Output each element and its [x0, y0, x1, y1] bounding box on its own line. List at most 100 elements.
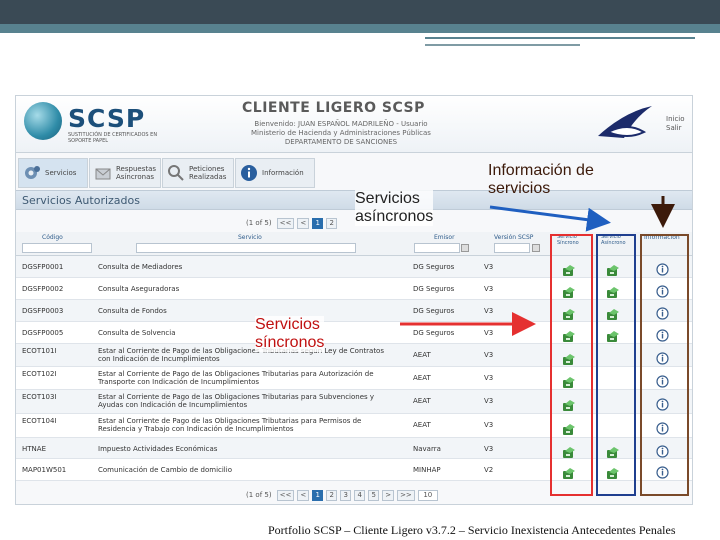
row-version: V3: [484, 374, 494, 382]
slide-accent-line: [425, 37, 695, 39]
row-version: V3: [484, 351, 494, 359]
row-emisor: AEAT: [413, 397, 431, 405]
sync-services-label: Servicios síncronos: [255, 316, 325, 352]
tab-respuestas-asincronas[interactable]: Respuestas Asíncronas: [89, 158, 161, 188]
row-code: ECOT102I: [22, 370, 57, 378]
pager-page-button[interactable]: 4: [354, 489, 366, 501]
async-highlight-box: [596, 234, 636, 496]
row-version: V3: [484, 285, 494, 293]
tab-label: Peticiones Realizadas: [189, 165, 227, 181]
row-service-name: Consulta Aseguradoras: [98, 285, 180, 293]
scsp-logo-icon: [24, 102, 62, 140]
row-emisor: AEAT: [413, 374, 431, 382]
slide-top-bar: [0, 0, 720, 24]
pager-bottom: (1 of 5) << < 1 2 3 4 5 > >> 10: [244, 489, 441, 501]
service-filter-input[interactable]: [136, 243, 356, 253]
slide-footer: Portfolio SCSP – Cliente Ligero v3.7.2 –…: [268, 523, 676, 537]
pager-top: (1 of 5) << < 1 2: [244, 217, 340, 229]
row-version: V3: [484, 421, 494, 429]
row-code: DGSFP0002: [22, 285, 64, 293]
pager-page-button[interactable]: 1: [312, 489, 324, 501]
row-code: DGSFP0003: [22, 307, 64, 315]
logo-subtitle: SUSTITUCIÓN DE CERTIFICADOS EN SOPORTE P…: [68, 132, 158, 144]
pager-count: (1 of 5): [246, 219, 272, 227]
col-header-emisor[interactable]: Emisor: [434, 234, 455, 241]
pager-page-button[interactable]: 5: [368, 489, 380, 501]
tab-informacion[interactable]: Información: [235, 158, 315, 188]
row-service-name: Estar al Corriente de Pago de las Obliga…: [98, 370, 374, 386]
magnifier-icon: [168, 165, 184, 181]
row-code: HTNAE: [22, 445, 46, 453]
row-version: V3: [484, 307, 494, 315]
row-version: V2: [484, 466, 494, 474]
app-header: SCSP SUSTITUCIÓN DE CERTIFICADOS EN SOPO…: [16, 96, 692, 153]
row-service-name: Comunicación de Cambio de domicilio: [98, 466, 232, 474]
row-service-name: Estar al Corriente de Pago de las Obliga…: [98, 417, 362, 433]
info-highlight-box: [640, 234, 689, 496]
row-service-name: Consulta de Fondos: [98, 307, 167, 315]
welcome-text: Bienvenido: JUAN ESPAÑOL MADRILEÑO - Usu…: [254, 120, 428, 128]
ministry-text: Ministerio de Hacienda y Administracione…: [251, 129, 431, 137]
pager-prev-button[interactable]: <: [297, 489, 310, 501]
code-filter-input[interactable]: [22, 243, 92, 253]
row-emisor: Navarra: [413, 445, 441, 453]
app-title: CLIENTE LIGERO SCSP: [242, 100, 425, 116]
rows-per-page-select[interactable]: 10: [417, 489, 438, 501]
logo-text: SCSP: [68, 104, 146, 133]
row-code: MAP01W501: [22, 466, 67, 474]
row-emisor: DG Seguros: [413, 307, 455, 315]
version-filter-select[interactable]: [494, 243, 530, 253]
pager-page-button[interactable]: 3: [340, 489, 352, 501]
pager-next-button[interactable]: >: [382, 489, 395, 501]
inbox-icon: [95, 168, 111, 180]
row-emisor: DG Seguros: [413, 263, 455, 271]
row-emisor: MINHAP: [413, 466, 441, 474]
col-header-service[interactable]: Servicio: [238, 234, 262, 241]
slide-accent-bar: [0, 24, 720, 33]
row-code: DGSFP0001: [22, 263, 64, 271]
row-version: V3: [484, 445, 494, 453]
slide-accent-line-short: [425, 44, 580, 46]
row-service-name: Estar al Corriente de Pago de las Obliga…: [98, 393, 375, 409]
pager-page-button[interactable]: 2: [326, 489, 338, 501]
row-service-name: Consulta de Mediadores: [98, 263, 183, 271]
emisor-filter-select[interactable]: [414, 243, 460, 253]
salir-link[interactable]: Salir: [666, 124, 682, 132]
department-text: DEPARTAMENTO DE SANCIONES: [284, 138, 398, 146]
pager-page-button[interactable]: 1: [312, 217, 324, 229]
row-emisor: AEAT: [413, 351, 431, 359]
row-code: DGSFP0005: [22, 329, 64, 337]
inicio-link[interactable]: Inicio: [666, 115, 685, 123]
services-info-label: Información de servicios: [488, 162, 594, 197]
async-services-label: Servicios asíncronos: [355, 190, 434, 226]
row-service-name: Impuesto Actividades Económicas: [98, 445, 218, 453]
chevron-down-icon[interactable]: [461, 244, 469, 252]
gear-icon: [25, 166, 40, 179]
row-version: V3: [484, 329, 494, 337]
pager-count: (1 of 5): [246, 491, 272, 499]
pager-prev-button[interactable]: <: [297, 217, 310, 229]
chevron-down-icon[interactable]: [532, 244, 540, 252]
tab-label: Servicios: [45, 169, 77, 177]
tab-peticiones-realizadas[interactable]: Peticiones Realizadas: [162, 158, 234, 188]
sync-highlight-box: [550, 234, 593, 496]
row-service-name: Consulta de Solvencia: [98, 329, 176, 337]
row-service-name: Estar al Corriente de Pago de las Obliga…: [98, 347, 384, 363]
tab-label: Información: [262, 169, 304, 177]
row-code: ECOT103I: [22, 393, 57, 401]
tab-servicios[interactable]: Servicios: [18, 158, 88, 188]
pager-last-button[interactable]: >>: [397, 489, 415, 501]
pager-page-button[interactable]: 2: [326, 217, 338, 229]
col-header-code[interactable]: Código: [42, 234, 63, 241]
row-code: ECOT101I: [22, 347, 57, 355]
tab-label: Respuestas Asíncronas: [116, 165, 157, 181]
col-header-version[interactable]: Versión SCSP: [494, 234, 533, 241]
info-icon: [241, 165, 257, 181]
row-emisor: AEAT: [413, 421, 431, 429]
row-version: V3: [484, 397, 494, 405]
row-emisor: DG Seguros: [413, 285, 455, 293]
pager-first-button[interactable]: <<: [276, 489, 295, 501]
pager-first-button[interactable]: <<: [276, 217, 295, 229]
ministry-d-logo-icon: [598, 106, 652, 138]
row-version: V3: [484, 263, 494, 271]
